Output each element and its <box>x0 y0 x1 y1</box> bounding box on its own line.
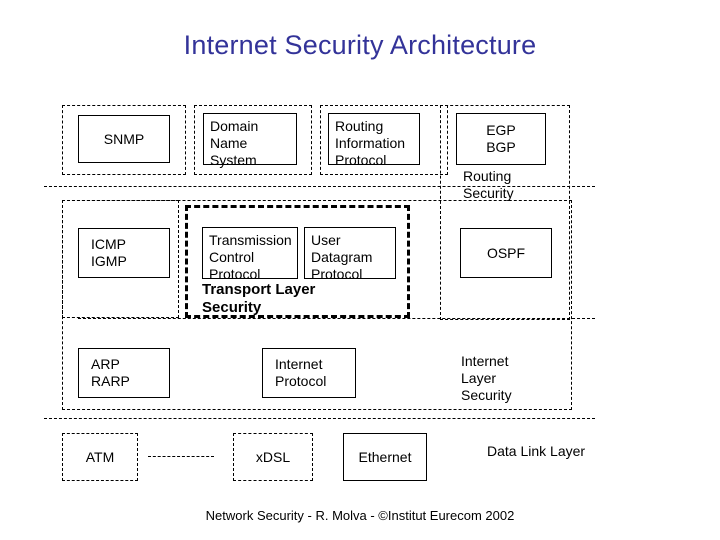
protocol-box-udp: User Datagram Protocol <box>304 227 396 282</box>
layer-separator-internet-datalink <box>44 418 595 419</box>
routing-security-label: Routing Security <box>463 168 514 201</box>
page-title: Internet Security Architecture <box>183 30 537 60</box>
protocol-box-egp-bgp: EGP BGP <box>456 113 546 165</box>
layer-separator-transport-internet <box>78 318 595 319</box>
protocol-box-dns: Domain Name System <box>203 113 297 168</box>
protocol-box-icmp-igmp: ICMP IGMP <box>78 228 170 278</box>
protocol-box-rip: Routing Information Protocol <box>328 113 420 168</box>
protocol-box-tcp: Transmission Control Protocol <box>202 227 298 282</box>
protocol-box-ospf: OSPF <box>460 228 552 278</box>
slide-footer: Network Security - R. Molva - ©Institut … <box>205 508 515 523</box>
protocol-box-ethernet: Ethernet <box>343 433 427 481</box>
layer-separator-application-transport <box>44 186 595 187</box>
protocol-box-xdsl: xDSL <box>233 433 313 481</box>
atm-xdsl-connector <box>148 456 214 457</box>
data-link-layer-label: Data Link Layer <box>487 443 586 459</box>
protocol-box-atm: ATM <box>62 433 138 481</box>
transport-layer-security-label: Transport Layer Security <box>202 281 316 316</box>
protocol-box-arp-rarp: ARP RARP <box>78 348 170 398</box>
protocol-box-ip: Internet Protocol <box>262 348 356 398</box>
protocol-box-snmp: SNMP <box>78 115 170 163</box>
internet-layer-security-label: Internet Layer Security <box>461 353 512 403</box>
slide-canvas: Internet Security Architecture SNMP Doma… <box>0 0 720 540</box>
